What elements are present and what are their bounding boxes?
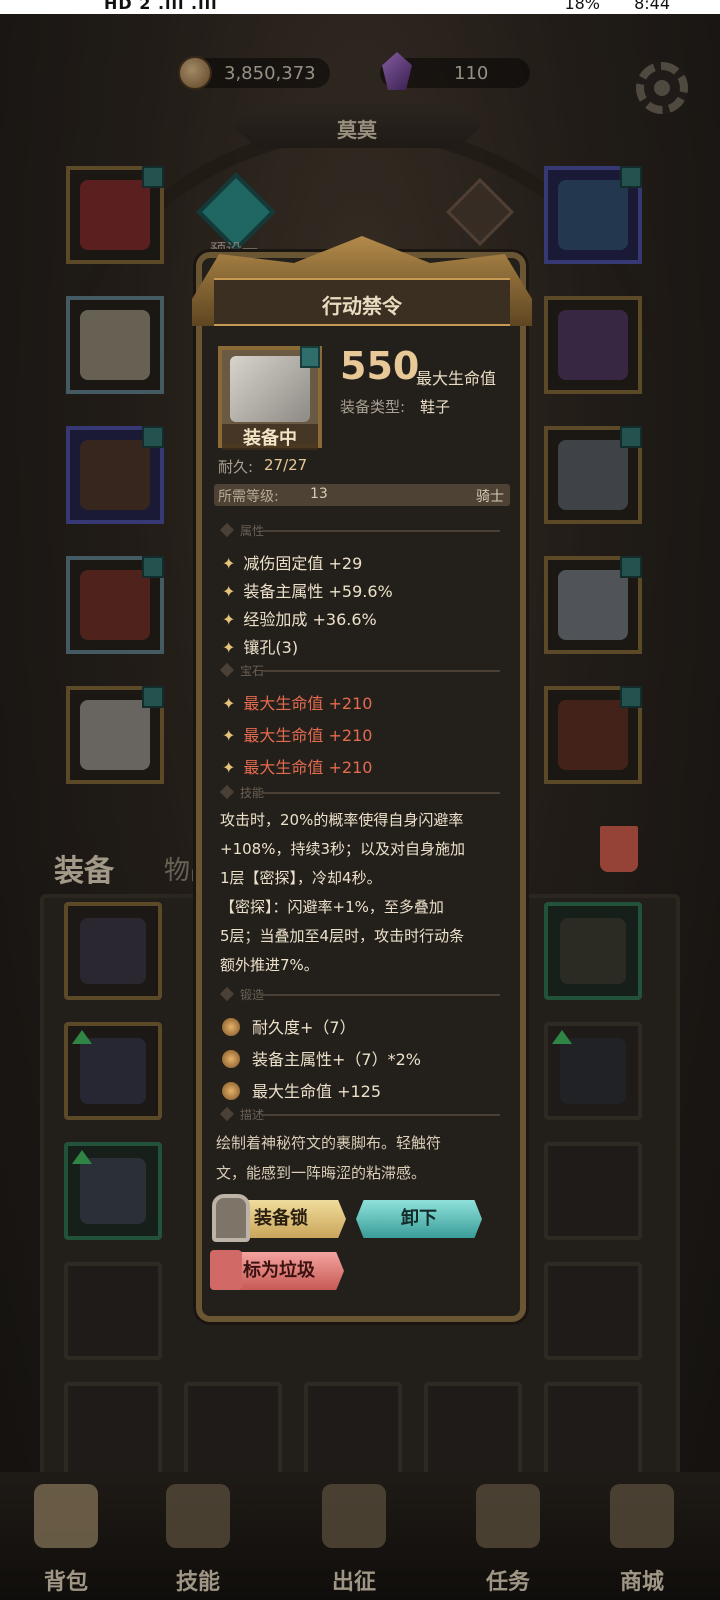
durability-label: 耐久: — [218, 458, 254, 476]
skill-line: 攻击时，20%的概率使得自身闪避率 — [220, 811, 464, 829]
forge-orb-icon — [222, 1018, 240, 1036]
star-icon: ✦ — [222, 554, 236, 573]
star-icon: ✦ — [222, 726, 236, 745]
divider — [262, 530, 500, 532]
gem-line: ✦ 最大生命值 +210 — [222, 758, 373, 777]
section-skill: 技能 — [218, 784, 510, 802]
wrapped-boots-icon — [230, 356, 310, 422]
skill-line: +108%，持续3秒；以及对自身施加 — [220, 840, 465, 858]
forge-orb-icon — [222, 1050, 240, 1068]
flavor-line: 绘制着神秘符文的裹脚布。轻触符 — [216, 1134, 442, 1152]
clock: 8:44 — [634, 0, 670, 13]
diamond-icon — [219, 784, 235, 800]
attribute-line: ✦ 镶孔(3) — [222, 638, 299, 657]
diamond-icon — [219, 1106, 235, 1122]
item-type-value: 鞋子 — [420, 398, 451, 416]
forge-line: 最大生命值 +125 — [222, 1078, 381, 1102]
unequip-button[interactable]: 卸下 — [356, 1200, 482, 1238]
divider — [262, 1114, 500, 1116]
item-name: 行动禁令 — [322, 294, 402, 318]
main-stat-label: 最大生命值 — [416, 369, 497, 388]
star-icon: ✦ — [222, 582, 236, 601]
divider — [262, 670, 500, 672]
skill-line: 5层；当叠加至4层时，攻击时行动条 — [220, 927, 465, 945]
divider — [262, 994, 500, 996]
diamond-icon — [219, 662, 235, 678]
gem-line: ✦ 最大生命值 +210 — [222, 726, 373, 745]
requirement-level: 13 — [310, 486, 328, 502]
padlock-icon — [212, 1194, 250, 1242]
attribute-line: ✦ 减伤固定值 +29 — [222, 554, 363, 573]
tooltip-title-bar: 行动禁令 — [214, 278, 510, 326]
diamond-icon — [219, 986, 235, 1002]
skill-description: 攻击时，20%的概率使得自身闪避率 +108%，持续3秒；以及对自身施加 1层【… — [220, 806, 510, 980]
section-gems: 宝石 — [218, 662, 510, 680]
section-description: 描述 — [218, 1106, 510, 1124]
skill-line: 【密探】：闪避率+1%，至多叠加 — [220, 898, 444, 916]
durability-value: 27/27 — [264, 456, 308, 474]
signal-indicator: HD 2 .ıll .ıll — [104, 0, 218, 13]
battery-level: 18% — [564, 0, 600, 13]
section-forge: 锻造 — [218, 986, 510, 1004]
lock-tag-icon — [300, 346, 320, 368]
divider — [262, 792, 500, 794]
diamond-icon — [219, 522, 235, 538]
forge-line: 装备主属性+（7）*2% — [222, 1046, 421, 1070]
item-type-label: 装备类型: — [340, 398, 406, 416]
junk-tag-icon — [210, 1250, 242, 1290]
section-label: 宝石 — [240, 664, 265, 678]
gem-line: ✦ 最大生命值 +210 — [222, 694, 373, 713]
section-label: 属性 — [240, 524, 265, 538]
skill-line: 额外推进7%。 — [220, 956, 319, 974]
star-icon: ✦ — [222, 638, 236, 657]
section-label: 描述 — [240, 1108, 265, 1122]
requirement-class: 骑士 — [476, 489, 504, 505]
main-stat-value: 550 — [340, 344, 420, 388]
status-bar: HD 2 .ıll .ıll 18% 8:44 — [0, 0, 720, 14]
star-icon: ✦ — [222, 758, 236, 777]
star-icon: ✦ — [222, 610, 236, 629]
equipped-badge: 装备中 — [222, 424, 318, 450]
attribute-line: ✦ 经验加成 +36.6% — [222, 610, 377, 629]
flavor-line: 文，能感到一阵晦涩的粘滞感。 — [216, 1164, 427, 1182]
item-flavor-text: 绘制着神秘符文的裹脚布。轻触符 文，能感到一阵晦涩的粘滞感。 — [216, 1128, 510, 1188]
skill-line: 1层【密探】，冷却4秒。 — [220, 869, 382, 887]
attribute-line: ✦ 装备主属性 +59.6% — [222, 582, 393, 601]
requirement-bar: 所需等级: 13 骑士 — [214, 484, 510, 506]
star-icon: ✦ — [222, 694, 236, 713]
requirement-label: 所需等级: — [218, 489, 279, 505]
forge-orb-icon — [222, 1082, 240, 1100]
section-attributes: 属性 — [218, 522, 510, 540]
forge-line: 耐久度+（7） — [222, 1014, 356, 1038]
section-label: 锻造 — [240, 988, 265, 1002]
section-label: 技能 — [240, 786, 265, 800]
